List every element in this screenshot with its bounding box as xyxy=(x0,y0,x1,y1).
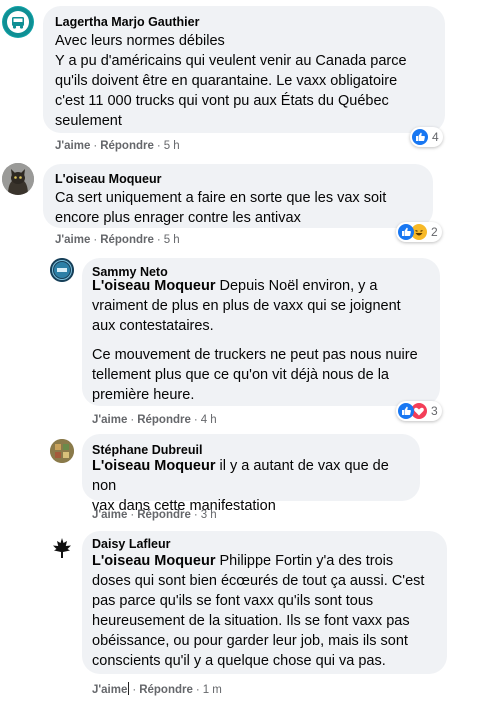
comment-line: heureusement de la situation. Ils se fon… xyxy=(92,613,410,629)
comment-line: tellement plus que ce qu'on vit déjà nou… xyxy=(92,367,389,383)
like-link[interactable]: J'aime xyxy=(55,234,90,246)
comment-line: c'est 11 000 trucks qui vont pu aux État… xyxy=(55,93,389,109)
reaction-summary[interactable]: 2 xyxy=(396,222,442,242)
reaction-count: 4 xyxy=(432,130,439,144)
mention-link[interactable]: L'oiseau Moqueur xyxy=(92,458,215,474)
comment-line: Philippe Fortin y'a des trois xyxy=(219,553,394,569)
like-link[interactable]: J'aime xyxy=(92,414,127,426)
mention-link[interactable]: L'oiseau Moqueur xyxy=(92,553,215,569)
cat-avatar-icon[interactable] xyxy=(2,163,34,195)
comment-line: qu'ils doivent être en quarantaine. Le v… xyxy=(55,73,398,89)
reply-link[interactable]: Répondre xyxy=(137,414,191,426)
comment-author[interactable]: L'oiseau Moqueur xyxy=(55,172,161,186)
badge-avatar-icon[interactable] xyxy=(50,258,74,282)
like-link[interactable]: J'aime xyxy=(92,684,127,696)
comment-line: pas parce qu'ils se font vaxx qu'ils son… xyxy=(92,593,374,609)
comment-text-paragraph-2: Ce mouvement de truckers ne peut pas nou… xyxy=(92,345,432,405)
leaf-avatar-icon[interactable] xyxy=(50,536,74,560)
comment-time[interactable]: 4 h xyxy=(201,414,217,426)
comment-time[interactable]: 5 h xyxy=(164,234,180,246)
comment-line: Depuis Noël environ, y a xyxy=(219,278,378,294)
comment-text: Avec leurs normes débiles Y a pu d'améri… xyxy=(55,31,407,131)
truck-avatar-icon[interactable] xyxy=(2,6,34,38)
comment-actions: J'aime · Répondre · 5 h xyxy=(55,234,180,246)
comment-line: Avec leurs normes débiles xyxy=(55,33,225,49)
comment-author[interactable]: Stéphane Dubreuil xyxy=(92,443,202,457)
comment-text: L'oiseau Moqueur Depuis Noël environ, y … xyxy=(92,276,432,336)
comment-line: Y a pu d'américains qui veulent venir au… xyxy=(55,53,407,69)
comment-line: aux contestataires. xyxy=(92,318,214,334)
comment-actions: J'aime · Répondre · 1 m xyxy=(92,682,222,696)
reply-link[interactable]: Répondre xyxy=(100,234,154,246)
comment-time[interactable]: 5 h xyxy=(164,140,180,152)
reply-link[interactable]: Répondre xyxy=(100,140,154,152)
reaction-count: 3 xyxy=(431,404,438,418)
comment-text: L'oiseau Moqueur Philippe Fortin y'a des… xyxy=(92,551,444,671)
like-link[interactable]: J'aime xyxy=(55,140,90,152)
comment-text: Ca sert uniquement a faire en sorte que … xyxy=(55,188,386,228)
comment-actions: J'aime · Répondre · 4 h xyxy=(92,414,217,426)
comment-actions: J'aime · Répondre · 5 h xyxy=(55,140,180,152)
comment-actions: J'aime · Répondre · 3 h xyxy=(92,509,217,521)
grid-avatar-icon[interactable] xyxy=(50,439,74,463)
comment-author[interactable]: Lagertha Marjo Gauthier xyxy=(55,15,199,29)
like-link[interactable]: J'aime xyxy=(92,509,127,521)
reaction-summary[interactable]: 3 xyxy=(396,401,442,421)
comment-line: Ce mouvement de truckers ne peut pas nou… xyxy=(92,347,418,363)
comment-line: conscients qu'il y a quelque chose qui v… xyxy=(92,653,386,669)
comment-line: Ca sert uniquement a faire en sorte que … xyxy=(55,190,387,206)
comment-time[interactable]: 1 m xyxy=(203,684,222,696)
like-reaction-icon xyxy=(412,129,428,145)
mention-link[interactable]: L'oiseau Moqueur xyxy=(92,278,215,294)
comment-author[interactable]: Daisy Lafleur xyxy=(92,537,171,551)
comment-line: seulement xyxy=(55,113,122,129)
comment-line: encore plus enrager contre les antivax xyxy=(55,210,301,226)
comment-text: L'oiseau Moqueur il y a autant de vax qu… xyxy=(92,456,412,516)
like-reaction-icon xyxy=(398,403,414,419)
reaction-count: 2 xyxy=(431,225,438,239)
reply-link[interactable]: Répondre xyxy=(139,684,193,696)
comment-line: vraiment de plus en plus de vaxx qui se … xyxy=(92,298,401,314)
reply-link[interactable]: Répondre xyxy=(137,509,191,521)
comment-line: doses qui sont bien écœurés de tout ça a… xyxy=(92,573,425,589)
comment-line: obéissance, ou pour garder leur job, mai… xyxy=(92,633,408,649)
comment-time[interactable]: 3 h xyxy=(201,509,217,521)
like-reaction-icon xyxy=(398,224,414,240)
reaction-summary[interactable]: 4 xyxy=(410,127,443,147)
comment-line: première heure. xyxy=(92,387,195,403)
